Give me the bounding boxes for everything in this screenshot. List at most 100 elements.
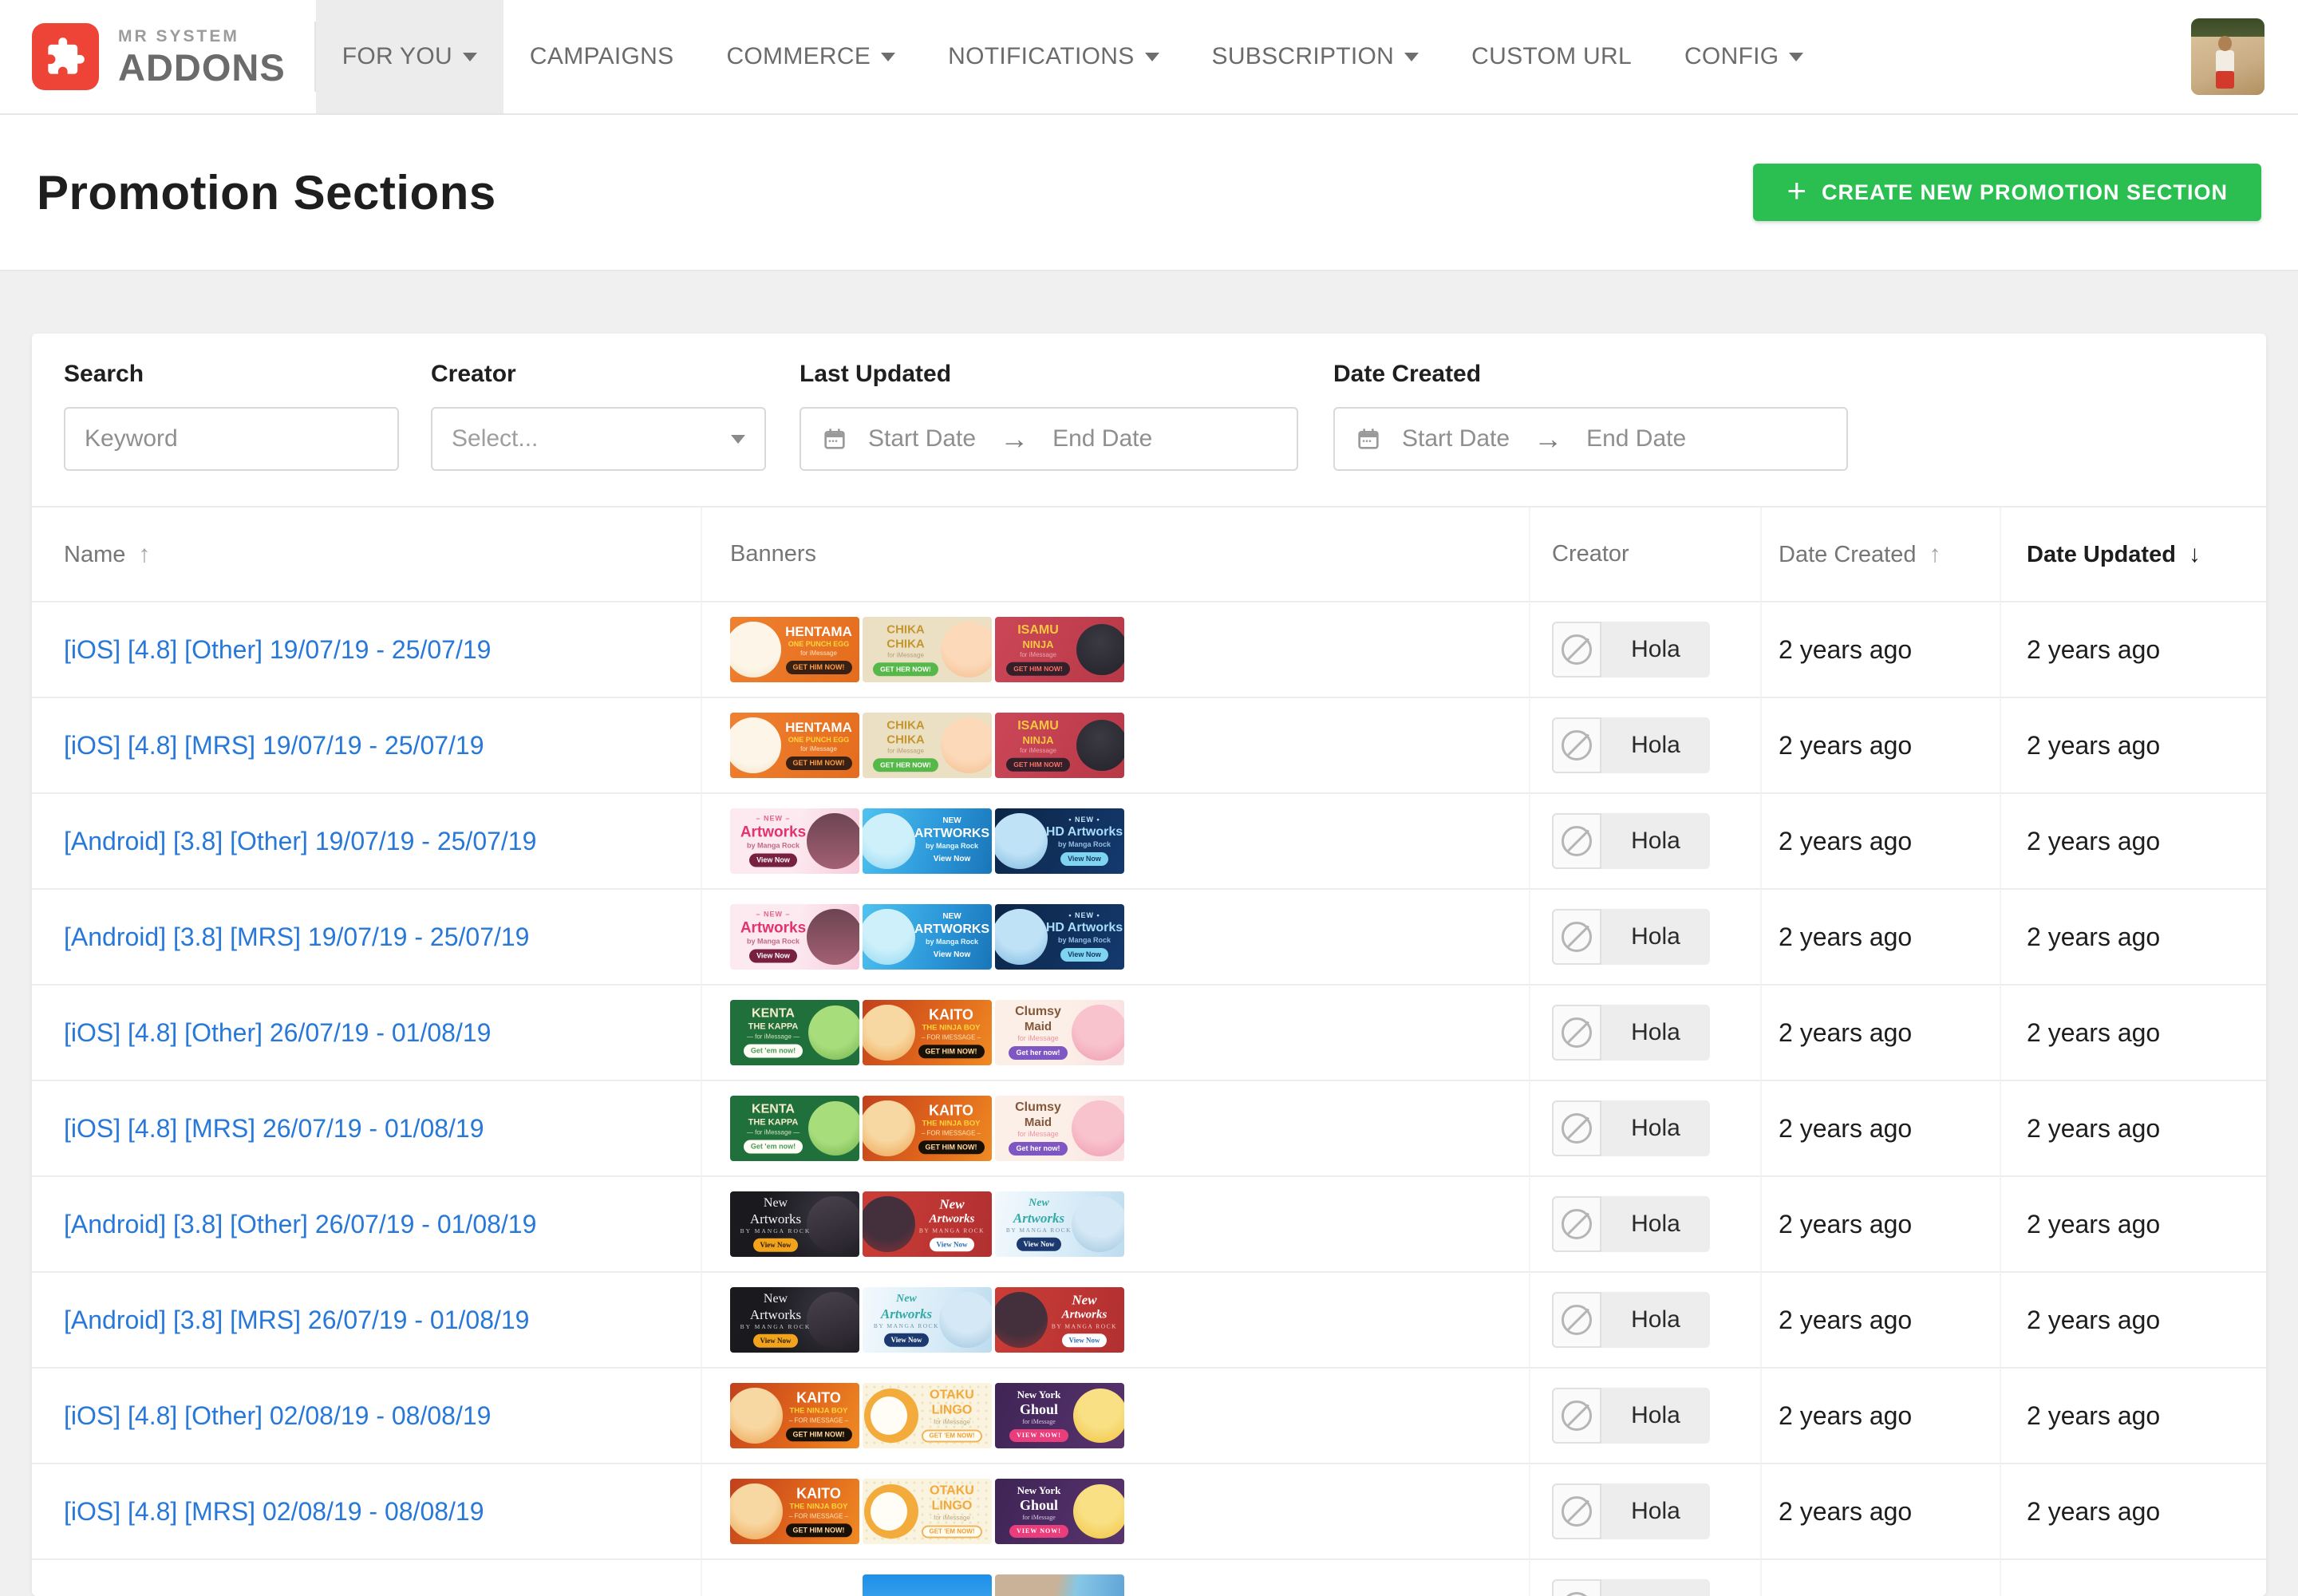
sort-asc-icon: ↑ (138, 541, 150, 567)
banner-text-line: HENTAMA (785, 625, 852, 638)
banner-text-line: CHIKA (886, 623, 925, 635)
banner-text-line: KENTA (752, 1008, 795, 1021)
banner-character (939, 1292, 992, 1348)
banner-thumbnail-chika: CHIKA CHIKA for iMessage GET HER NOW! (863, 617, 992, 682)
banner-text-line: for iMessage (800, 650, 837, 657)
banner-text-line: for iMessage (887, 748, 924, 754)
banner-thumbnail-kenta: KENTATHE KAPPA— for iMessage —Get 'em no… (730, 1096, 859, 1161)
date-created-end-date[interactable]: End Date (1586, 425, 1686, 452)
banner-text-line: CHIKA (886, 638, 925, 650)
nav-item-subscription[interactable]: SUBSCRIPTION (1186, 0, 1446, 113)
promotion-name-link[interactable]: [Android] [3.8] [MRS] 19/07/19 - 25/07/1… (64, 922, 529, 951)
banner-thumbnail-hentama: HENTAMAONE PUNCH EGGfor iMessageGET HIM … (730, 617, 859, 682)
banner-character (1073, 1484, 1124, 1539)
filters-bar: Search Creator Select... Last Updated (32, 334, 2266, 508)
promotion-name-link[interactable]: [iOS] [4.8] [Other] 02/08/19 - 08/08/19 (64, 1401, 491, 1430)
banner-thumbnail-maid: ClumsyMaidfor iMessageGet her now! (995, 1000, 1124, 1065)
banner-cta-pill: VIEW NOW! (1009, 1525, 1068, 1538)
banner-cta-pill: GET HIM NOW! (1006, 662, 1069, 676)
date-created-value: 2 years ago (1779, 1114, 1912, 1143)
nav-item-label: NOTIFICATIONS (948, 43, 1134, 70)
banner-text-line: KAITO (929, 1103, 973, 1117)
last-updated-end-date[interactable]: End Date (1052, 425, 1152, 452)
banner-text-line: Artworks (750, 1212, 801, 1226)
banner-text-line: – FOR IMESSAGE – (789, 1417, 848, 1424)
promotion-name-link[interactable]: [iOS] [4.8] [MRS] 26/07/19 - 01/08/19 (64, 1114, 484, 1143)
promotion-name-link[interactable]: [Android] [3.8] [Other] 19/07/19 - 25/07… (64, 827, 536, 855)
chevron-down-icon (731, 435, 745, 444)
column-header-label: Name (64, 542, 125, 567)
banner-cta-pill: View Now (753, 1333, 799, 1347)
banner-text-line: for iMessage (887, 652, 924, 658)
promotion-name-link[interactable]: [Android] [3.8] [MRS] 26/07/19 - 01/08/1… (64, 1306, 529, 1334)
nav-item-for-you[interactable]: FOR YOU (316, 0, 503, 113)
creator-name: Hola (1601, 636, 1710, 663)
banner-text-line: BY MANGA ROCK (874, 1323, 939, 1329)
banner-thumbnail-kenta: KENTATHE KAPPA— for iMessage —Get 'em no… (730, 1000, 859, 1065)
search-input[interactable] (64, 407, 399, 471)
date-created-daterange[interactable]: Start Date → End Date (1333, 407, 1848, 471)
creator-name: Hola (1601, 923, 1710, 950)
column-header-creator[interactable]: Creator (1529, 508, 1760, 601)
date-created-value: 2 years ago (1779, 922, 1912, 951)
banner-text-line: ARTWORKS (914, 923, 989, 936)
banner-text-line: Artworks (750, 1308, 801, 1321)
banner-cta-pill: View Now (749, 854, 797, 867)
create-button-label: CREATE NEW PROMOTION SECTION (1822, 180, 2228, 205)
nav-item-label: COMMERCE (726, 43, 871, 70)
create-promotion-section-button[interactable]: + CREATE NEW PROMOTION SECTION (1753, 164, 2261, 221)
nav-item-campaigns[interactable]: CAMPAIGNS (503, 0, 701, 113)
date-created-start-date[interactable]: Start Date (1402, 425, 1510, 452)
creator-chip: Hola (1552, 1483, 1710, 1539)
nav-item-custom-url[interactable]: CUSTOM URL (1445, 0, 1658, 113)
nav-item-commerce[interactable]: COMMERCE (700, 0, 922, 113)
user-avatar[interactable] (2191, 18, 2264, 95)
column-header-name[interactable]: Name ↑ (32, 508, 701, 601)
column-header-label: Date Updated (2027, 542, 2176, 567)
nav-item-notifications[interactable]: NOTIFICATIONS (922, 0, 1185, 113)
column-header-date-updated[interactable]: Date Updated↓ (2000, 508, 2266, 601)
promotion-name-link[interactable]: [iOS] [4.8] [Other] 19/07/19 - 25/07/19 (64, 635, 491, 664)
chevron-down-icon (1789, 53, 1803, 61)
banner-cta-pill: GET HIM NOW! (786, 661, 852, 674)
banner-text-line: HD Artworks (1046, 922, 1123, 934)
creator-label: Creator (431, 361, 766, 388)
promotion-name-link[interactable]: [iOS] [4.8] [Other] 26/07/19 - 01/08/19 (64, 1018, 491, 1047)
nav-item-label: SUBSCRIPTION (1212, 43, 1395, 70)
banner-cta-pill: GET HER NOW! (873, 662, 938, 676)
banner-cta-pill: Get 'em now! (744, 1140, 803, 1154)
promotion-name-link[interactable]: [iOS] [4.8] [MRS] 19/07/19 - 25/07/19 (64, 731, 484, 760)
banner-text-line: THE KAPPA (748, 1023, 799, 1032)
top-nav: MR SYSTEM ADDONS FOR YOUCAMPAIGNSCOMMERC… (0, 0, 2298, 115)
banner-cta-pill: GET HIM NOW! (786, 1523, 852, 1537)
creator-name: Hola (1601, 828, 1710, 855)
banner-character (808, 1005, 859, 1060)
banner-text-line: Maid (1025, 1116, 1052, 1128)
column-header-date-created[interactable]: Date Created↑ (1760, 508, 2000, 601)
creator-select[interactable]: Select... (431, 407, 766, 471)
table-row: [Android] [3.8] [Other] 26/07/19 - 01/08… (32, 1175, 2266, 1271)
app-logo (32, 23, 99, 90)
nav-item-label: FOR YOU (342, 43, 452, 70)
banner-set: NewArtworksBY MANGA ROCKView NowNewArtwo… (730, 1287, 1528, 1353)
banner-character (995, 909, 1048, 965)
nav-item-config[interactable]: CONFIG (1658, 0, 1830, 113)
banner-text-line: OTAKU (930, 1485, 974, 1498)
banner-text-line: LINGO (932, 1500, 973, 1513)
column-header-banners[interactable]: Banners (701, 508, 1529, 601)
banner-thumbnail-otaku: OTAKULINGO· for iMessage ·GET 'EM NOW! (863, 1383, 992, 1448)
promotion-name-link[interactable]: [Android] [3.8] [Other] 26/07/19 - 01/08… (64, 1210, 536, 1238)
banner-character (730, 1483, 783, 1539)
no-avatar-icon (1552, 909, 1601, 965)
last-updated-daterange[interactable]: Start Date → End Date (800, 407, 1298, 471)
banner-thumbnail-kaito: KAITOTHE NINJA BOY– FOR IMESSAGE –GET HI… (730, 1383, 859, 1448)
table-row: [iOS] [4.8] [MRS] 26/07/19 - 01/08/19 KEN… (32, 1080, 2266, 1175)
promotion-name-link[interactable]: [iOS] [4.8] [MRS] 02/08/19 - 08/08/19 (64, 1497, 484, 1526)
banner-text-line: ONE PUNCH EGG (788, 737, 850, 744)
banner-thumbnail-artice: NewArtworksBY MANGA ROCKView Now (863, 1287, 992, 1353)
banner-text-line: Clumsy (1015, 1005, 1061, 1018)
banner-set: NewArtworksBY MANGA ROCKView NowNewArtwo… (730, 1191, 1528, 1257)
last-updated-start-date[interactable]: Start Date (868, 425, 976, 452)
banner-text-line: KENTA (752, 1104, 795, 1116)
banner-cta-pill: View Now (1060, 852, 1108, 866)
